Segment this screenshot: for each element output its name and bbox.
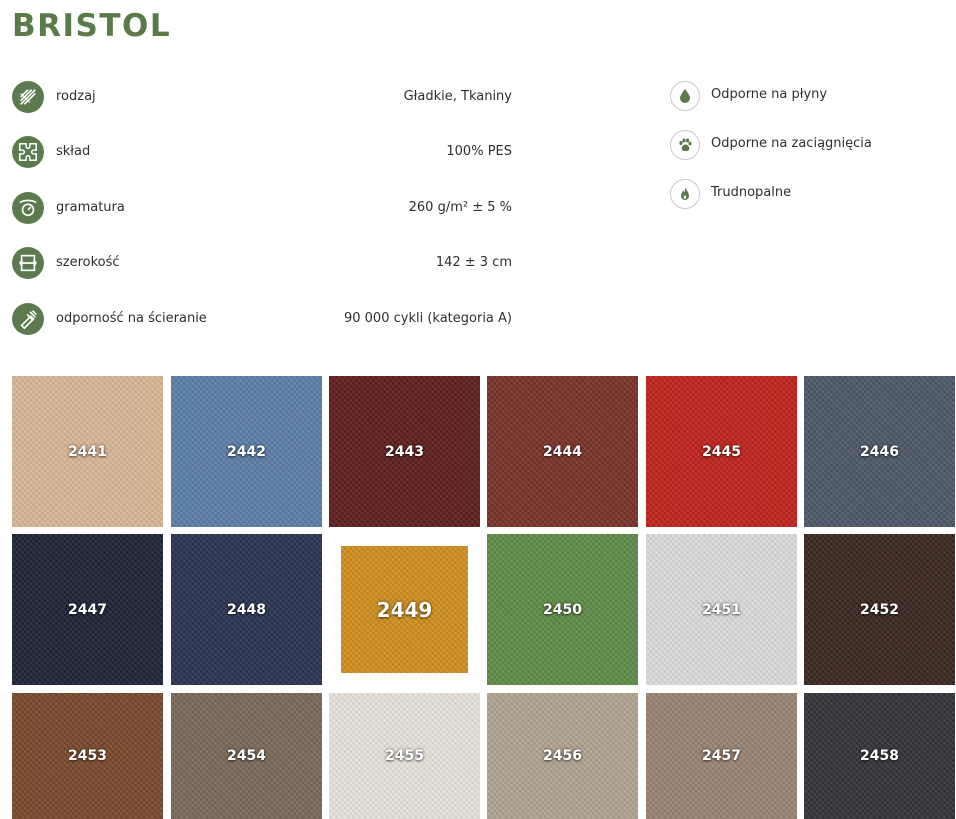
spec-label: rodzaj: [56, 89, 96, 104]
swatch-code: 2448: [227, 601, 266, 618]
color-swatch[interactable]: 2448: [171, 534, 322, 685]
swatch-code: 2445: [702, 443, 741, 460]
spec-row-composition: skład 100% PES: [12, 136, 512, 170]
swatch-code: 2441: [68, 443, 107, 460]
spec-value: Gładkie, Tkaniny: [403, 89, 512, 104]
swatch-code: 2449: [376, 597, 433, 622]
color-swatch[interactable]: 2443: [329, 376, 480, 527]
spec-row-abrasion: odporność na ścieranie 90 000 cykli (kat…: [12, 303, 512, 337]
color-swatch[interactable]: 2454: [171, 693, 322, 819]
color-swatch[interactable]: 2455: [329, 693, 480, 819]
spec-label: skład: [56, 144, 91, 159]
swatch-code: 2453: [68, 748, 107, 764]
color-swatch[interactable]: 2442: [171, 376, 322, 527]
feature-liquid-resistant: Odporne na płyny: [670, 81, 930, 113]
spec-value: 100% PES: [446, 144, 512, 159]
color-swatch[interactable]: 2457: [646, 693, 797, 819]
feature-label: Trudnopalne: [711, 185, 792, 200]
swatch-code: 2450: [543, 601, 582, 618]
feature-snag-resistant: Odporne na zaciągnięcia: [670, 130, 930, 162]
abrasion-icon: [12, 303, 44, 335]
color-swatch[interactable]: 2444: [487, 376, 638, 527]
feature-flame-retardant: Trudnopalne: [670, 179, 930, 211]
width-icon: [12, 247, 44, 279]
color-swatch[interactable]: 2441: [12, 376, 163, 527]
spec-value: 142 ± 3 cm: [435, 255, 512, 270]
spec-value: 260 g/m² ± 5 %: [408, 200, 512, 215]
swatch-code: 2442: [227, 443, 266, 460]
swatch-code: 2454: [227, 748, 266, 764]
spec-row-type: rodzaj Gładkie, Tkaniny: [12, 81, 512, 115]
scale-icon: [12, 192, 44, 224]
flame-icon: [670, 179, 700, 209]
feature-label: Odporne na zaciągnięcia: [711, 136, 872, 151]
droplet-icon: [670, 81, 700, 111]
color-swatch-selected[interactable]: 2449: [341, 546, 468, 673]
swatch-code: 2444: [543, 443, 582, 460]
swatch-code: 2456: [543, 748, 582, 764]
puzzle-icon: [12, 136, 44, 168]
spec-row-weight: gramatura 260 g/m² ± 5 %: [12, 192, 512, 226]
spec-value: 90 000 cykli (kategoria A): [343, 311, 512, 326]
feature-label: Odporne na płyny: [711, 87, 828, 102]
color-swatch[interactable]: 2450: [487, 534, 638, 685]
swatch-code: 2458: [860, 748, 899, 764]
color-swatch[interactable]: 2446: [804, 376, 955, 527]
swatch-code: 2452: [860, 601, 899, 618]
spec-label: szerokość: [56, 255, 120, 270]
color-swatch[interactable]: 2458: [804, 693, 955, 819]
color-swatch[interactable]: 2445: [646, 376, 797, 527]
swatch-code: 2451: [702, 601, 741, 618]
product-title: BRISTOL: [12, 8, 172, 44]
weave-icon: [12, 81, 44, 113]
swatch-code: 2447: [68, 601, 107, 618]
swatch-code: 2457: [702, 748, 741, 764]
spec-label: gramatura: [56, 200, 125, 215]
paw-icon: [670, 130, 700, 160]
swatch-code: 2455: [385, 748, 424, 764]
swatch-code: 2446: [860, 443, 899, 460]
color-swatch[interactable]: 2447: [12, 534, 163, 685]
color-swatch[interactable]: 2451: [646, 534, 797, 685]
color-swatch[interactable]: 2452: [804, 534, 955, 685]
color-swatch[interactable]: 2456: [487, 693, 638, 819]
spec-label: odporność na ścieranie: [56, 311, 207, 326]
color-swatch[interactable]: 2453: [12, 693, 163, 819]
spec-row-width: szerokość 142 ± 3 cm: [12, 247, 512, 281]
swatch-code: 2443: [385, 443, 424, 460]
